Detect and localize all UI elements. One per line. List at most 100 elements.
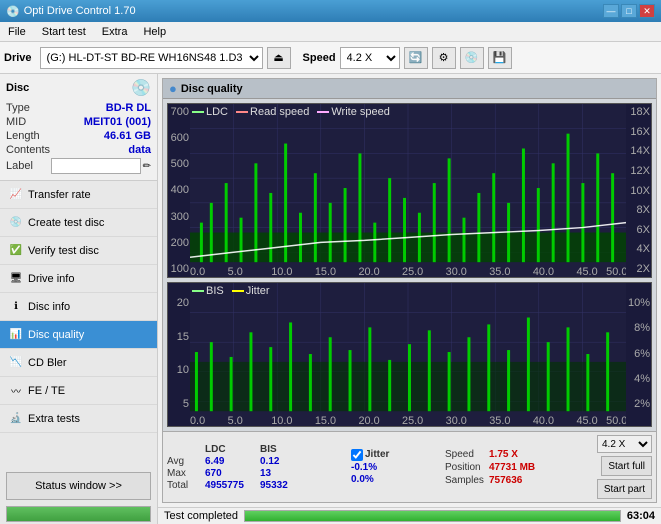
sidebar-item-label: Drive info (28, 273, 74, 285)
max-bis: 13 (260, 468, 315, 479)
jitter-avg: -0.1% (351, 462, 441, 473)
stats-area: LDC BIS Avg 6.49 0.12 Max 670 13 (163, 431, 656, 502)
svg-text:0.0: 0.0 (190, 266, 205, 277)
settings-button[interactable]: ⚙ (432, 47, 456, 69)
disc-label-label: Label (6, 160, 33, 172)
svg-text:50.0 GB: 50.0 GB (606, 266, 626, 277)
svg-text:40.0: 40.0 (533, 266, 554, 277)
speed-label: Speed (303, 52, 336, 64)
start-part-button[interactable]: Start part (597, 479, 652, 499)
sidebar-item-cd-bler[interactable]: 📉 CD Bler (0, 349, 157, 377)
sidebar-item-verify-test[interactable]: ✅ Verify test disc (0, 237, 157, 265)
sidebar-progress-fill (7, 507, 150, 521)
status-window-button[interactable]: Status window >> (6, 472, 151, 500)
svg-text:30.0: 30.0 (446, 266, 467, 277)
extra-tests-icon: 🔬 (8, 411, 24, 427)
speed-row: Speed 1.75 X (445, 449, 565, 460)
sidebar-item-transfer-rate[interactable]: 📈 Transfer rate (0, 181, 157, 209)
svg-text:15.0: 15.0 (315, 266, 336, 277)
cd-bler-icon: 📉 (8, 355, 24, 371)
progress-fill (245, 511, 620, 521)
content-area: ● Disc quality LDC Read speed Write spee… (158, 74, 661, 524)
speed-stat-value: 1.75 X (489, 449, 518, 460)
sidebar-item-label: FE / TE (28, 385, 65, 397)
menu-start-test[interactable]: Start test (38, 25, 90, 39)
sidebar-item-label: Disc info (28, 301, 70, 313)
svg-text:5.0: 5.0 (228, 266, 243, 277)
titlebar-controls: — □ ✕ (603, 4, 655, 18)
menu-file[interactable]: File (4, 25, 30, 39)
charts-area: LDC Read speed Write speed 700 600 500 4… (163, 99, 656, 431)
ldc-y-axis-left: 700 600 500 400 300 200 100 (168, 104, 190, 277)
disc-type-label: Type (6, 102, 30, 114)
ldc-chart: LDC Read speed Write speed 700 600 500 4… (167, 103, 652, 278)
disc-panel: Disc 💿 Type BD-R DL MID MEIT01 (001) Len… (0, 74, 157, 181)
refresh-button[interactable]: 🔄 (404, 47, 428, 69)
svg-text:35.0: 35.0 (489, 415, 510, 426)
menu-help[interactable]: Help (139, 25, 170, 39)
disc-header: Disc 💿 (6, 78, 151, 98)
sidebar-item-create-test[interactable]: 💿 Create test disc (0, 209, 157, 237)
sidebar-item-disc-info[interactable]: ℹ Disc info (0, 293, 157, 321)
sidebar-item-label: Transfer rate (28, 189, 91, 201)
verify-test-icon: ✅ (8, 243, 24, 259)
svg-text:40.0: 40.0 (533, 415, 554, 426)
quality-title: Disc quality (181, 83, 243, 95)
ldc-legend-read: Read speed (236, 106, 309, 118)
sidebar: Disc 💿 Type BD-R DL MID MEIT01 (001) Len… (0, 74, 158, 524)
speed-select[interactable]: 4.2 X (340, 47, 400, 69)
titlebar-title: 💿 Opti Drive Control 1.70 (6, 5, 136, 18)
app-title: Opti Drive Control 1.70 (24, 5, 136, 17)
svg-text:0.0: 0.0 (190, 415, 205, 426)
disc-type-value: BD-R DL (106, 102, 151, 114)
close-button[interactable]: ✕ (639, 4, 655, 18)
drive-select[interactable]: (G:) HL-DT-ST BD-RE WH16NS48 1.D3 (40, 47, 263, 69)
jitter-header: Jitter (351, 449, 441, 461)
disc-button[interactable]: 💿 (460, 47, 484, 69)
sidebar-item-drive-info[interactable]: 🖥 Drive info (0, 265, 157, 293)
jitter-label: Jitter (365, 449, 389, 460)
disc-quality-panel: ● Disc quality LDC Read speed Write spee… (162, 78, 657, 503)
quality-header: ● Disc quality (163, 79, 656, 99)
action-area: 4.2 X Start full Start part (597, 435, 652, 499)
svg-text:25.0: 25.0 (402, 266, 423, 277)
svg-text:15.0: 15.0 (315, 415, 336, 426)
svg-text:20.0: 20.0 (358, 266, 379, 277)
label-edit-icon[interactable]: ✏ (143, 161, 151, 172)
sidebar-item-label: Extra tests (28, 413, 80, 425)
svg-text:25.0: 25.0 (402, 415, 423, 426)
titlebar: 💿 Opti Drive Control 1.70 — □ ✕ (0, 0, 661, 22)
disc-contents-row: Contents data (6, 144, 151, 156)
disc-label-row: Label ✏ (6, 158, 151, 174)
total-label: Total (167, 480, 205, 491)
speed-position-stats: Speed 1.75 X Position 47731 MB Samples 7… (445, 449, 565, 486)
progress-container (244, 510, 621, 522)
disc-contents-label: Contents (6, 144, 50, 156)
ldc-legend-ldc: LDC (192, 106, 228, 118)
svg-text:50.0 GB: 50.0 GB (606, 415, 626, 426)
max-ldc: 670 (205, 468, 260, 479)
save-button[interactable]: 💾 (488, 47, 512, 69)
disc-quality-icon: 📊 (8, 327, 24, 343)
menu-extra[interactable]: Extra (98, 25, 132, 39)
disc-label-input[interactable] (51, 158, 141, 174)
start-full-button[interactable]: Start full (601, 456, 652, 476)
sidebar-item-label: CD Bler (28, 357, 67, 369)
sidebar-item-disc-quality[interactable]: 📊 Disc quality (0, 321, 157, 349)
position-value: 47731 MB (489, 462, 535, 473)
jitter-checkbox[interactable] (351, 449, 363, 461)
ldc-chart-svg: 0.0 5.0 10.0 15.0 20.0 25.0 30.0 35.0 40… (190, 104, 626, 277)
svg-text:30.0: 30.0 (446, 415, 467, 426)
speed-select-small[interactable]: 4.2 X (597, 435, 652, 453)
bis-legend-jitter: Jitter (232, 285, 270, 297)
maximize-button[interactable]: □ (621, 4, 637, 18)
bottom-statusbar: Test completed 63:04 (158, 507, 661, 524)
bis-y-axis-right: 10% 8% 6% 4% 2% (626, 295, 651, 412)
sidebar-item-fe-te[interactable]: 〰 FE / TE (0, 377, 157, 405)
bis-col-header: BIS (260, 444, 315, 455)
disc-icon: 💿 (131, 78, 151, 98)
svg-text:45.0: 45.0 (576, 266, 597, 277)
sidebar-item-extra-tests[interactable]: 🔬 Extra tests (0, 405, 157, 433)
minimize-button[interactable]: — (603, 4, 619, 18)
eject-button[interactable]: ⏏ (267, 47, 291, 69)
